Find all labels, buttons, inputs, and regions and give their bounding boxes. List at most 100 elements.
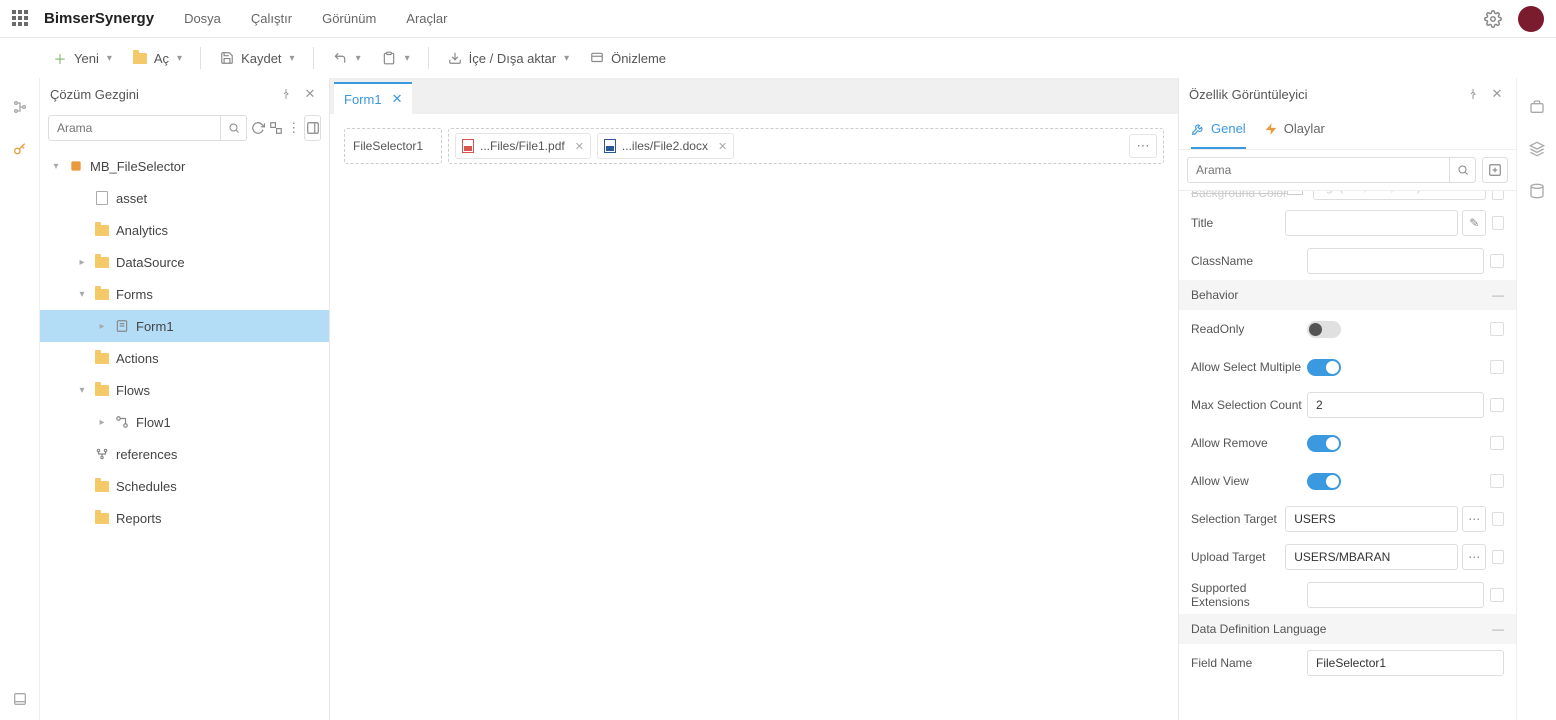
tree-item-asset[interactable]: asset [40,182,329,214]
max-selection-input[interactable] [1307,392,1484,418]
references-icon [94,447,110,461]
settings-gear-icon[interactable] [1484,10,1502,28]
reset-icon[interactable] [1490,360,1504,374]
more-horizontal-icon[interactable]: ⋯ [1129,134,1157,158]
reset-icon[interactable] [1490,398,1504,412]
upload-target-input[interactable] [1285,544,1458,570]
pin-icon[interactable] [277,85,295,103]
prop-max-selection-label: Max Selection Count [1191,398,1307,412]
collapse-icon[interactable]: — [1492,288,1504,302]
tab-events[interactable]: Olaylar [1264,110,1325,149]
file-chip-docx[interactable]: ...iles/File2.docx ✕ [597,133,734,159]
tree-item-flows[interactable]: ▾ Flows [40,374,329,406]
tab-general[interactable]: Genel [1191,110,1246,149]
allow-view-toggle[interactable] [1307,473,1341,490]
explorer-search-input[interactable] [49,121,220,135]
fileselector-control[interactable]: ...Files/File1.pdf ✕ ...iles/File2.docx … [448,128,1164,164]
tree-item-datasource[interactable]: ▸ DataSource [40,246,329,278]
tree-item-schedules[interactable]: Schedules [40,470,329,502]
undo-button[interactable]: ▾ [324,46,369,70]
supported-ext-input[interactable] [1307,582,1484,608]
save-button[interactable]: Kaydet ▾ [211,46,303,70]
rail-key-icon[interactable] [9,138,31,160]
remove-file-icon[interactable]: ✕ [575,140,584,153]
reset-icon[interactable] [1492,512,1504,526]
props-search[interactable] [1187,157,1476,183]
reset-icon[interactable] [1490,474,1504,488]
tab-form1[interactable]: Form1 ✕ [334,82,412,114]
refresh-icon[interactable] [251,117,265,139]
tree-root[interactable]: ▾ MB_FileSelector [40,150,329,182]
explorer-search[interactable] [48,115,247,141]
collapse-icon[interactable]: — [1492,622,1504,636]
tree-item-actions[interactable]: Actions [40,342,329,374]
new-label: Yeni [74,51,99,66]
close-icon[interactable]: ✕ [1488,85,1506,103]
bgcolor-input[interactable] [1313,190,1486,200]
section-behavior[interactable]: Behavior — [1179,280,1516,310]
reset-icon[interactable] [1492,550,1504,564]
section-ddl[interactable]: Data Definition Language — [1179,614,1516,644]
readonly-toggle[interactable] [1307,321,1341,338]
remove-file-icon[interactable]: ✕ [718,140,727,153]
fileselector-label[interactable]: FileSelector1 [344,128,442,164]
apps-grid-icon[interactable] [12,10,30,28]
allow-multi-toggle[interactable] [1307,359,1341,376]
clipboard-button[interactable]: ▾ [373,46,418,70]
open-button[interactable]: Aç ▾ [124,46,190,70]
prop-upload-target: Upload Target ⋯ [1179,538,1516,576]
rail-toolbox-icon[interactable] [1526,96,1548,118]
color-swatch[interactable] [1287,190,1303,195]
rail-data-icon[interactable] [1526,180,1548,202]
menu-tools[interactable]: Araçlar [406,11,447,26]
tree-item-forms[interactable]: ▾ Forms [40,278,329,310]
tree-item-flow1[interactable]: ▸ Flow1 [40,406,329,438]
menu-file[interactable]: Dosya [184,11,221,26]
form-canvas[interactable]: FileSelector1 ...Files/File1.pdf ✕ ...il… [330,114,1178,720]
browse-icon[interactable]: ⋯ [1462,506,1486,532]
tree-item-reports[interactable]: Reports [40,502,329,534]
solution-explorer: Çözüm Gezgini ✕ ⋮ ▾ MB_FileSelector [40,78,330,720]
file-chip-pdf[interactable]: ...Files/File1.pdf ✕ [455,133,591,159]
editor-tabs: Form1 ✕ [330,78,1178,114]
tree-item-analytics[interactable]: Analytics [40,214,329,246]
browse-icon[interactable]: ⋯ [1462,544,1486,570]
tree-item-form1[interactable]: ▸ Form1 [40,310,329,342]
search-icon[interactable] [220,116,246,140]
preview-button[interactable]: Önizleme [581,46,674,70]
chevron-down-icon: ▾ [564,53,569,64]
pin-icon[interactable] [1464,85,1482,103]
import-export-button[interactable]: İçe / Dışa aktar ▾ [439,46,577,70]
rail-bottom-icon[interactable] [9,688,31,710]
reset-icon[interactable] [1490,436,1504,450]
props-search-input[interactable] [1188,163,1449,177]
reset-icon[interactable] [1492,216,1504,230]
rail-tree-icon[interactable] [9,96,31,118]
menu-view[interactable]: Görünüm [322,11,376,26]
rail-layers-icon[interactable] [1526,138,1548,160]
menu-run[interactable]: Çalıştır [251,11,292,26]
panel-layout-icon[interactable] [304,115,321,141]
classname-input[interactable] [1307,248,1484,274]
field-name-input[interactable] [1307,650,1504,676]
new-button[interactable]: ＋ Yeni ▾ [44,46,120,70]
brand-title: BimserSynergy [44,10,154,27]
tree-item-references[interactable]: references [40,438,329,470]
title-input[interactable] [1285,210,1458,236]
selection-target-input[interactable] [1285,506,1458,532]
more-vertical-icon[interactable]: ⋮ [287,117,300,139]
expand-all-icon[interactable] [1482,157,1508,183]
close-icon[interactable]: ✕ [301,85,319,103]
collapse-all-icon[interactable] [269,117,283,139]
user-avatar[interactable] [1518,6,1544,32]
reset-icon[interactable] [1492,190,1504,200]
reset-icon[interactable] [1490,588,1504,602]
localize-icon[interactable]: ✎ [1462,210,1486,236]
search-icon[interactable] [1449,158,1475,182]
chevron-down-icon: ▾ [107,53,112,64]
close-icon[interactable]: ✕ [392,91,403,107]
reset-icon[interactable] [1490,322,1504,336]
reset-icon[interactable] [1490,254,1504,268]
preview-label: Önizleme [611,51,666,66]
allow-remove-toggle[interactable] [1307,435,1341,452]
